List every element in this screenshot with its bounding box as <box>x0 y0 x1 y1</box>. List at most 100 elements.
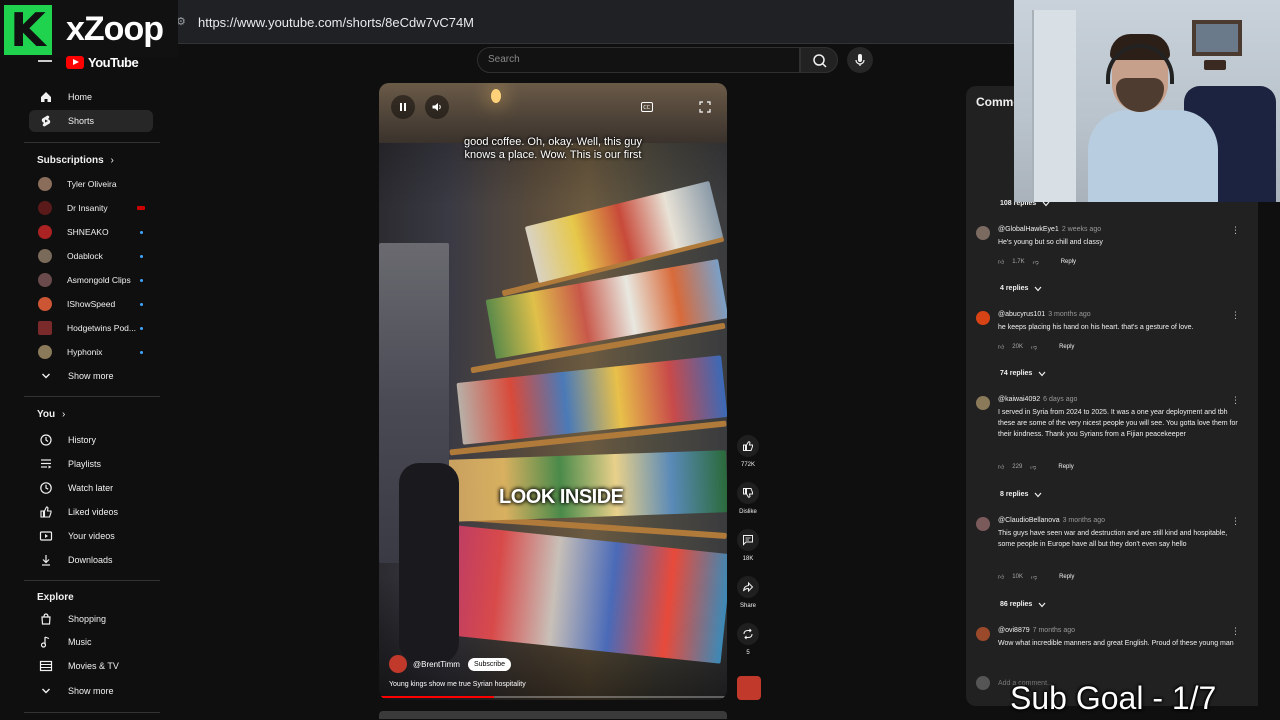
more-options-icon[interactable]: ⋮ <box>1231 396 1240 405</box>
captions-button[interactable]: CC <box>635 95 659 119</box>
comment-actions: 👍︎ 10K 👎︎ Reply <box>998 573 1074 581</box>
subscribe-button[interactable]: Subscribe <box>467 657 512 671</box>
commenter-avatar[interactable] <box>976 627 990 641</box>
you-heading[interactable]: You › <box>37 409 65 420</box>
like-icon[interactable]: 👍︎ <box>998 258 1004 266</box>
comment-author[interactable]: @ClaudioBellanova 3 months ago <box>998 517 1105 524</box>
sidebar-item-watch-later[interactable]: Watch later <box>29 477 153 499</box>
reply-button[interactable]: Reply <box>1058 464 1073 470</box>
search-button[interactable] <box>800 47 838 73</box>
replies-toggle[interactable]: 86 replies <box>1000 601 1046 608</box>
remix-count: 5 <box>746 650 750 656</box>
remix-action[interactable]: 5 <box>737 623 759 656</box>
pause-button[interactable] <box>391 95 415 119</box>
dislike-action[interactable]: Dislike <box>737 482 759 515</box>
sidebar-item-your-videos[interactable]: Your videos <box>29 525 153 547</box>
like-icon[interactable]: 👍︎ <box>998 343 1004 351</box>
replies-toggle[interactable]: 4 replies <box>1000 285 1042 292</box>
comment-actions: 👍︎ 1.7K 👎︎ Reply <box>998 258 1076 266</box>
fullscreen-button[interactable] <box>693 95 717 119</box>
comment-author[interactable]: @GlobalHawkEye1 2 weeks ago <box>998 226 1101 233</box>
comment-author[interactable]: @kaiwai4092 6 days ago <box>998 396 1077 403</box>
dislike-button[interactable] <box>737 482 759 504</box>
microphone <box>1204 60 1226 70</box>
more-options-icon[interactable]: ⋮ <box>1231 627 1240 636</box>
subscriptions-heading[interactable]: Subscriptions › <box>37 155 114 166</box>
sidebar-item-dr-insanity[interactable]: Dr Insanity <box>29 198 153 218</box>
like-icon[interactable]: 👍︎ <box>998 573 1004 581</box>
reply-button[interactable]: Reply <box>1059 574 1074 580</box>
comment-actions: 👍︎ 20K 👎︎ Reply <box>998 343 1074 351</box>
channel-avatar[interactable] <box>389 655 407 673</box>
sidebar-item-downloads[interactable]: Downloads <box>29 549 153 571</box>
sidebar-item-label: Shopping <box>68 614 107 624</box>
chevron-down-icon <box>1038 371 1046 376</box>
new-content-dot <box>140 350 143 354</box>
sound-thumbnail[interactable] <box>737 676 761 700</box>
youtube-logo[interactable]: YouTube <box>66 54 139 70</box>
video-progress-bar[interactable] <box>379 696 727 698</box>
next-video-peek[interactable] <box>379 711 727 719</box>
dislike-icon[interactable]: 👎︎ <box>1033 258 1039 266</box>
sidebar-item-hyphonix[interactable]: Hyphonix <box>29 342 153 362</box>
sidebar-item-hodgetwins[interactable]: Hodgetwins Pod... <box>29 318 153 338</box>
comments-button[interactable] <box>737 529 759 551</box>
person-silhouette <box>399 463 459 663</box>
caption-line: good coffee. Oh, okay. Well, this guy <box>464 136 642 148</box>
dislike-icon[interactable]: 👎︎ <box>1030 463 1036 471</box>
voice-search-button[interactable] <box>847 47 873 73</box>
reply-button[interactable]: Reply <box>1061 259 1076 265</box>
replies-toggle[interactable]: 74 replies <box>1000 370 1046 377</box>
search-input[interactable]: Search <box>477 47 800 73</box>
like-button[interactable] <box>737 435 759 457</box>
like-action[interactable]: 772K <box>737 435 759 468</box>
commenter-avatar[interactable] <box>976 396 990 410</box>
dislike-icon[interactable]: 👎︎ <box>1031 343 1037 351</box>
search-placeholder: Search <box>488 54 520 65</box>
show-more-explore[interactable]: Show more <box>29 680 153 702</box>
comment-author[interactable]: @ovi8879 7 months ago <box>998 627 1075 634</box>
chevron-right-icon: › <box>110 155 114 166</box>
volume-icon <box>432 103 441 111</box>
share-button[interactable] <box>737 576 759 598</box>
sidebar-item-history[interactable]: History <box>29 429 153 451</box>
microphone-icon <box>855 54 865 66</box>
commenter-avatar[interactable] <box>976 311 990 325</box>
sidebar-item-label: Music <box>68 637 92 647</box>
more-options-icon[interactable]: ⋮ <box>1231 311 1240 320</box>
menu-icon[interactable] <box>38 60 52 62</box>
sidebar-item-tyler-oliveira[interactable]: Tyler Oliveira <box>29 174 153 194</box>
volume-button[interactable] <box>425 95 449 119</box>
show-more-subscriptions[interactable]: Show more <box>29 365 153 387</box>
comments-action[interactable]: 18K <box>737 529 759 562</box>
dislike-icon[interactable]: 👎︎ <box>1031 573 1037 581</box>
reply-button[interactable]: Reply <box>1059 344 1074 350</box>
commenter-avatar[interactable] <box>976 517 990 531</box>
sidebar-item-asmongold-clips[interactable]: Asmongold Clips <box>29 270 153 290</box>
more-options-icon[interactable]: ⋮ <box>1231 226 1240 235</box>
video-title[interactable]: Young kings show me true Syrian hospital… <box>389 681 526 688</box>
remix-button[interactable] <box>737 623 759 645</box>
sidebar-item-shopping[interactable]: Shopping <box>29 608 153 630</box>
video-overlay-text: LOOK INSIDE <box>499 486 624 508</box>
url-text[interactable]: https://www.youtube.com/shorts/8eCdw7vC7… <box>198 15 474 30</box>
commenter-avatar[interactable] <box>976 226 990 240</box>
like-icon[interactable]: 👍︎ <box>998 463 1004 471</box>
sidebar-item-movies-tv[interactable]: Movies & TV <box>29 655 153 677</box>
sidebar-item-shorts[interactable]: Shorts <box>29 110 153 132</box>
share-action[interactable]: Share <box>737 576 759 609</box>
replies-toggle[interactable]: 8 replies <box>1000 491 1042 498</box>
more-options-icon[interactable]: ⋮ <box>1231 517 1240 526</box>
sidebar-item-liked-videos[interactable]: Liked videos <box>29 501 153 523</box>
sidebar-item-shneako[interactable]: SHNEAKO <box>29 222 153 242</box>
comment-time: 2 weeks ago <box>1061 226 1102 233</box>
sidebar-item-music[interactable]: Music <box>29 631 153 653</box>
channel-name[interactable]: @BrentTimm <box>413 660 460 669</box>
sidebar-item-home[interactable]: Home <box>29 86 153 108</box>
comment-author[interactable]: @abucyrus101 3 months ago <box>998 311 1091 318</box>
sidebar-item-playlists[interactable]: Playlists <box>29 453 153 475</box>
sidebar-item-ishowspeed[interactable]: IShowSpeed <box>29 294 153 314</box>
sidebar-item-odablock[interactable]: Odablock <box>29 246 153 266</box>
channel-name: IShowSpeed <box>67 299 116 309</box>
shorts-video-player[interactable]: CC good coffee. Oh, okay. Well, this guy… <box>379 83 727 700</box>
